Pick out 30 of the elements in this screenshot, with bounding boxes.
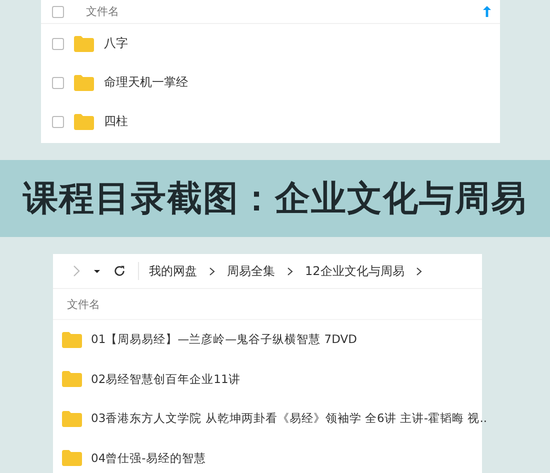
breadcrumb-link[interactable]: 12企业文化与周易 <box>305 262 404 280</box>
folder-icon <box>74 36 94 52</box>
folder-icon <box>74 74 94 90</box>
folder-name[interactable]: 03香港东方人文学院 从乾坤两卦看《易经》领袖学 全6讲 主讲-霍韬晦 视.. <box>91 411 488 426</box>
checkbox[interactable] <box>52 6 64 18</box>
folder-icon <box>62 410 82 427</box>
folder-icon <box>62 371 82 388</box>
breadcrumb-link[interactable]: 我的网盘 <box>149 262 197 280</box>
checkbox[interactable] <box>52 76 64 88</box>
folder-name[interactable]: 04曾仕强-易经的智慧 <box>91 450 206 466</box>
folder-name[interactable]: 02易经智慧创百年企业11讲 <box>91 372 240 387</box>
checkbox[interactable] <box>52 38 64 50</box>
breadcrumb-link[interactable]: 周易全集 <box>227 262 275 280</box>
chevron-icon <box>209 266 215 276</box>
folder-icon <box>62 332 82 348</box>
folder-name[interactable]: 八字 <box>104 35 128 52</box>
folder-name[interactable]: 四柱 <box>104 113 128 130</box>
folder-icon <box>74 114 94 130</box>
folder-name[interactable]: 01【周易易经】—兰彦岭—鬼谷子纵横智慧 7DVD <box>91 332 357 348</box>
banner-title: 课程目录截图：企业文化与周易 <box>23 177 527 221</box>
folder-name[interactable]: 命理天机一掌经 <box>104 74 188 91</box>
sort-arrow-icon[interactable] <box>483 6 491 17</box>
checkbox[interactable] <box>52 116 64 128</box>
chevron-icon <box>416 266 422 276</box>
folder-icon <box>62 450 82 466</box>
refresh-icon[interactable] <box>113 265 126 277</box>
column-header[interactable]: 文件名 <box>86 4 119 19</box>
column-header[interactable]: 文件名 <box>67 296 100 312</box>
chevron-icon <box>287 266 293 276</box>
forward-icon[interactable] <box>71 265 81 277</box>
